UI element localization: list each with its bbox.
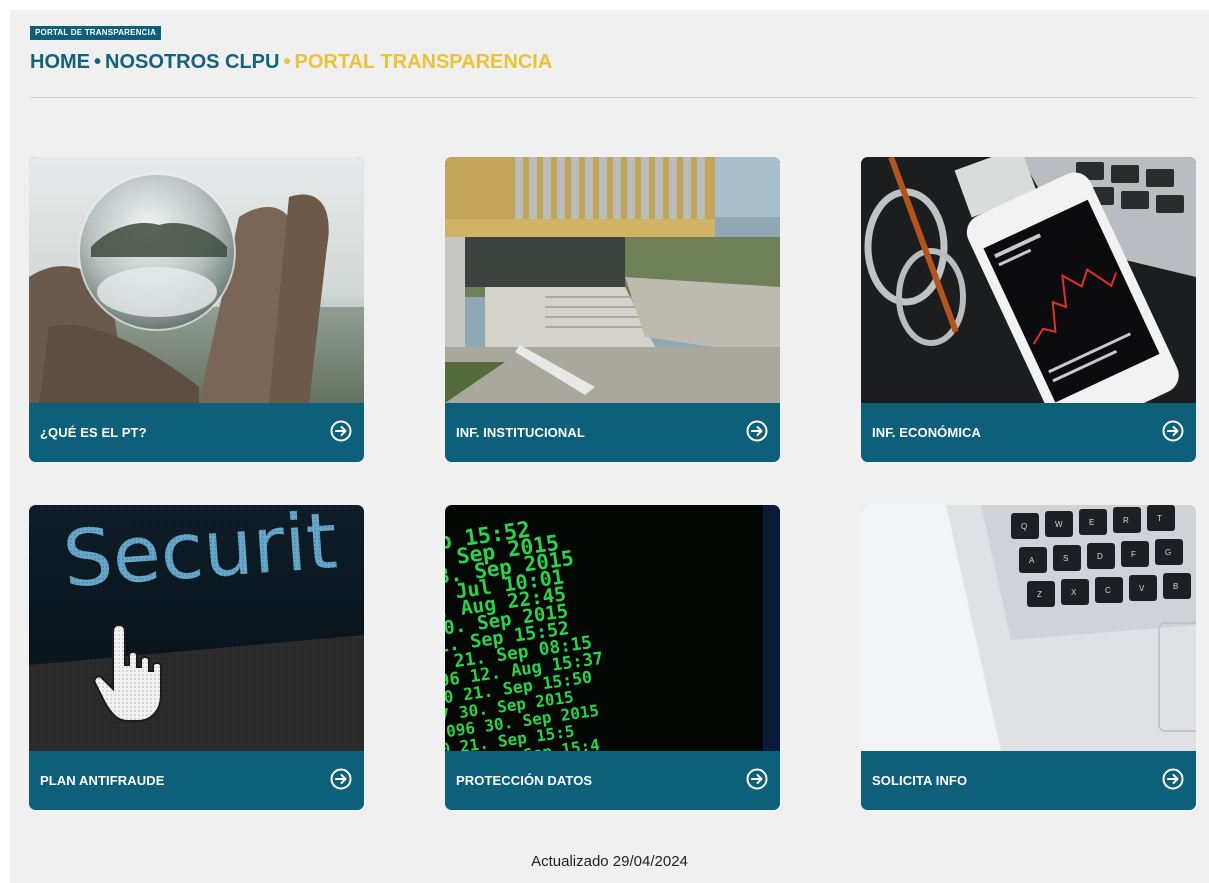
- card-bar: PROTECCIÓN DATOS: [445, 751, 780, 810]
- keyboard-key-label: C: [1105, 586, 1111, 595]
- breadcrumb-current: PORTAL TRANSPARENCIA: [294, 51, 553, 73]
- breadcrumb-nosotros[interactable]: NOSOTROS CLPU: [105, 51, 279, 73]
- keyboard-key-label: Q: [1021, 522, 1027, 531]
- card-proteccion-datos[interactable]: Sep 15:520. Sep 201523. Sep 20153. Jul 1…: [445, 505, 780, 810]
- card-inf-institucional[interactable]: INF. INSTITUCIONAL: [445, 157, 780, 462]
- breadcrumb-home[interactable]: HOME: [30, 51, 90, 73]
- card-image-phone-chart: [861, 157, 1196, 403]
- card-que-es-el-pt[interactable]: ¿QUÉ ES EL PT?: [29, 157, 364, 462]
- card-inf-economica[interactable]: INF. ECONÓMICA: [861, 157, 1196, 462]
- card-image-crystal-ball: [29, 157, 364, 403]
- card-label: INF. ECONÓMICA: [872, 425, 982, 440]
- breadcrumb-separator: •: [283, 51, 291, 73]
- breadcrumb: HOME • NOSOTROS CLPU • PORTAL TRANSPARENCIA: [30, 48, 552, 76]
- card-label: INF. INSTITUCIONAL: [456, 425, 585, 440]
- keyboard-key-label: B: [1173, 582, 1178, 591]
- page: PORTAL DE TRANSPARENCIA HOME • NOSOTROS CL…: [10, 10, 1209, 883]
- arrow-circle-right-icon[interactable]: [746, 420, 768, 442]
- card-label: SOLICITA INFO: [872, 773, 968, 788]
- keyboard-key-label: T: [1157, 514, 1162, 523]
- keyboard-key-label: A: [1029, 556, 1035, 565]
- card-label: PROTECCIÓN DATOS: [456, 773, 593, 788]
- keyboard-key-label: V: [1139, 584, 1145, 593]
- arrow-circle-right-icon[interactable]: [1162, 768, 1184, 790]
- header-divider: [30, 97, 1196, 98]
- arrow-circle-right-icon[interactable]: [330, 768, 352, 790]
- breadcrumb-separator: •: [94, 51, 102, 73]
- keyboard-key-label: D: [1097, 552, 1103, 561]
- card-image-terminal: Sep 15:520. Sep 201523. Sep 20153. Jul 1…: [445, 505, 780, 751]
- arrow-circle-right-icon[interactable]: [1162, 420, 1184, 442]
- keyboard-key-label: R: [1123, 516, 1129, 525]
- card-bar: INF. INSTITUCIONAL: [445, 403, 780, 462]
- card-bar: PLAN ANTIFRAUDE: [29, 751, 364, 810]
- card-solicita-info[interactable]: Q W E R T A S D F G Z X C V B SOLICITA INFO: [861, 505, 1196, 810]
- keyboard-key-label: G: [1165, 548, 1171, 557]
- keyboard-key-label: X: [1071, 588, 1077, 597]
- arrow-circle-right-icon[interactable]: [746, 768, 768, 790]
- keyboard-key-label: S: [1063, 554, 1068, 563]
- card-plan-antifraude[interactable]: Securit PLAN ANTIFRAUDE: [29, 505, 364, 810]
- card-label: ¿QUÉ ES EL PT?: [40, 425, 147, 440]
- card-bar: SOLICITA INFO: [861, 751, 1196, 810]
- card-image-security: Securit: [29, 505, 364, 751]
- keyboard-key-label: Z: [1037, 590, 1042, 599]
- card-image-laptop: Q W E R T A S D F G Z X C V B: [861, 505, 1196, 751]
- card-label: PLAN ANTIFRAUDE: [40, 773, 165, 788]
- card-bar: ¿QUÉ ES EL PT?: [29, 403, 364, 462]
- keyboard-key-label: F: [1131, 550, 1136, 559]
- section-tag: PORTAL DE TRANSPARENCIA: [30, 26, 162, 40]
- card-bar: INF. ECONÓMICA: [861, 403, 1196, 462]
- keyboard-key-label: W: [1055, 520, 1063, 529]
- keyboard-key-label: E: [1089, 518, 1094, 527]
- card-image-building: [445, 157, 780, 403]
- last-updated: Actualizado 29/04/2024: [531, 853, 688, 870]
- arrow-circle-right-icon[interactable]: [330, 420, 352, 442]
